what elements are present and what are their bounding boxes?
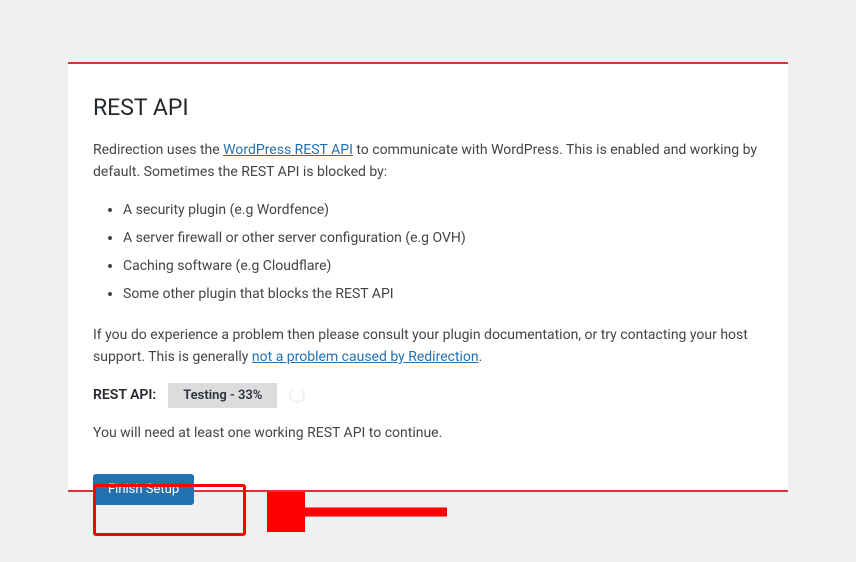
problem-suffix: .	[479, 349, 483, 365]
wordpress-rest-api-link[interactable]: WordPress REST API	[223, 142, 353, 158]
setup-panel: REST API Redirection uses the WordPress …	[68, 62, 788, 492]
page-title: REST API	[93, 94, 763, 121]
spinner-icon	[289, 387, 305, 403]
finish-setup-button[interactable]: Finish Setup	[93, 474, 194, 505]
status-row: REST API: Testing - 33%	[93, 383, 763, 408]
not-a-problem-link[interactable]: not a problem caused by Redirection	[252, 349, 479, 365]
list-item: A security plugin (e.g Wordfence)	[123, 196, 763, 224]
intro-prefix: Redirection uses the	[93, 142, 223, 158]
status-label: REST API:	[93, 387, 156, 403]
list-item: A server firewall or other server config…	[123, 224, 763, 252]
status-badge: Testing - 33%	[168, 383, 277, 408]
list-item: Caching software (e.g Cloudflare)	[123, 252, 763, 280]
list-item: Some other plugin that blocks the REST A…	[123, 280, 763, 308]
continue-note: You will need at least one working REST …	[93, 422, 763, 444]
button-wrap: Finish Setup	[93, 474, 194, 505]
blocker-list: A security plugin (e.g Wordfence) A serv…	[93, 196, 763, 308]
problem-text: If you do experience a problem then plea…	[93, 324, 763, 369]
intro-text: Redirection uses the WordPress REST API …	[93, 139, 763, 184]
